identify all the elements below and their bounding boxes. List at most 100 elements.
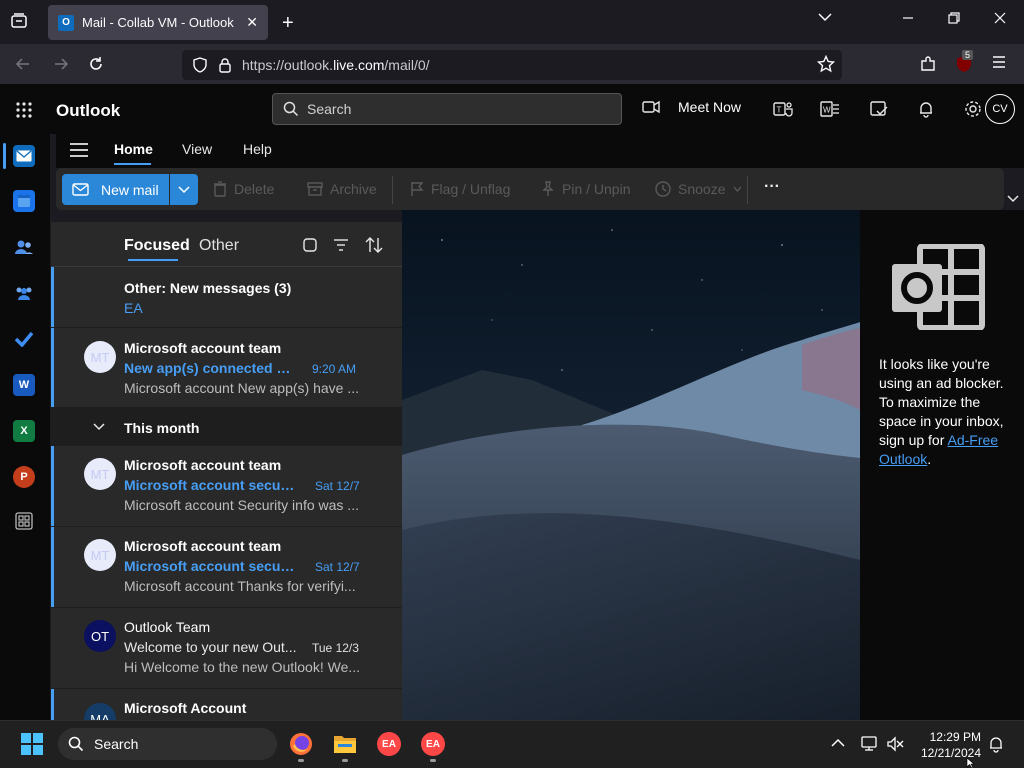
reload-icon[interactable] (87, 55, 105, 73)
archive-label: Archive (330, 181, 377, 197)
new-mail-dropdown-button[interactable] (170, 174, 198, 205)
ribbon-expand-chevron-icon[interactable] (1007, 195, 1019, 203)
taskbar-ea-app-icon[interactable]: EA (377, 732, 401, 756)
meet-now-button[interactable]: Meet Now (642, 99, 741, 115)
rail-calendar-icon[interactable] (13, 190, 35, 212)
ribbon-tab-home-underline (114, 163, 151, 165)
bookmark-star-icon[interactable] (817, 55, 835, 73)
collapse-chevron-down-icon[interactable] (93, 423, 105, 431)
sort-arrows-icon[interactable] (364, 236, 384, 254)
filter-icon[interactable] (333, 238, 349, 252)
pin-unpin-button[interactable]: Pin / Unpin (541, 181, 630, 197)
message-row[interactable]: MA Microsoft Account (51, 689, 402, 720)
message-sender: Microsoft account team (124, 538, 282, 554)
navigation-pane-hamburger-icon[interactable] (69, 142, 89, 158)
list-all-tabs-chevron-icon[interactable] (818, 12, 832, 22)
windows-start-icon[interactable] (21, 733, 43, 755)
rail-excel-icon[interactable]: X (13, 420, 35, 442)
message-row[interactable]: OT Outlook Team Welcome to your new Out.… (51, 608, 402, 689)
message-list-pane: Focused Other Other: New messages (3) EA… (51, 222, 402, 720)
new-mail-button[interactable]: New mail (62, 174, 169, 205)
app-launcher-waffle-icon[interactable] (15, 101, 33, 119)
rail-todo-check-icon[interactable] (13, 328, 35, 350)
taskbar-ea-app-icon-2[interactable]: EA (421, 732, 445, 756)
app-menu-hamburger-icon[interactable] (991, 55, 1007, 69)
message-row[interactable]: MT Microsoft account team New app(s) con… (51, 328, 402, 408)
browser-tab-outlook[interactable]: O Mail - Collab VM - Outlook ✕ (48, 5, 268, 40)
delete-button[interactable]: Delete (213, 181, 274, 197)
reading-pane-background-image (402, 210, 860, 720)
extensions-puzzle-icon[interactable] (919, 55, 937, 73)
rail-word-icon[interactable]: W (13, 374, 35, 396)
office-word-icon[interactable]: W (820, 100, 840, 118)
svg-text:W: W (823, 106, 831, 115)
taskbar-notifications-bell-icon[interactable] (988, 735, 1004, 753)
lock-icon[interactable] (218, 57, 232, 73)
account-avatar[interactable]: CV (985, 94, 1015, 124)
taskbar-file-explorer-icon[interactable] (333, 733, 357, 755)
show-hidden-icons-chevron-up-icon[interactable] (831, 738, 845, 747)
group-header-this-month[interactable]: This month (51, 408, 402, 446)
rail-groups-icon[interactable] (13, 282, 35, 304)
ublock-count-badge: 5 (962, 50, 974, 60)
tab-list-icon[interactable] (10, 12, 28, 30)
message-row[interactable]: MT Microsoft account team Microsoft acco… (51, 527, 402, 608)
rail-people-icon[interactable] (13, 236, 35, 258)
message-row[interactable]: MT Microsoft account team Microsoft acco… (51, 446, 402, 527)
back-arrow-icon[interactable] (14, 55, 32, 73)
taskbar-running-indicator (430, 759, 436, 762)
rail-powerpoint-icon[interactable]: P (13, 466, 35, 488)
flag-unflag-button[interactable]: Flag / Unflag (410, 181, 510, 197)
select-mode-icon[interactable] (302, 237, 318, 253)
mouse-cursor-icon (966, 758, 976, 768)
forward-arrow-icon[interactable] (52, 55, 70, 73)
flag-icon (410, 181, 424, 197)
window-close-icon[interactable] (994, 12, 1006, 24)
ad-blocker-message-suffix: . (927, 451, 932, 467)
teams-icon[interactable]: T (773, 100, 793, 118)
snooze-button[interactable]: Snooze (655, 181, 742, 197)
message-sender: Microsoft account team (124, 457, 282, 473)
search-input[interactable] (307, 101, 587, 117)
toolbar-divider (392, 176, 393, 204)
tab-close-icon[interactable]: ✕ (246, 14, 258, 31)
ublock-shield-icon[interactable]: 5 (956, 50, 974, 73)
tab-other[interactable]: Other (199, 237, 239, 255)
volume-muted-icon[interactable] (886, 736, 904, 752)
other-inbox-notice-row[interactable]: Other: New messages (3) EA (51, 267, 402, 328)
ribbon-toolbar (56, 168, 1004, 210)
ribbon-tab-help[interactable]: Help (243, 141, 272, 157)
window-minimize-icon[interactable] (902, 12, 914, 24)
tab-focused[interactable]: Focused (124, 237, 190, 255)
message-time: Sat 12/7 (315, 479, 360, 493)
ribbon-tab-view[interactable]: View (182, 141, 212, 157)
outlook-search-box[interactable] (272, 93, 622, 125)
notifications-bell-icon[interactable] (917, 100, 935, 118)
rail-more-apps-icon[interactable] (13, 510, 35, 532)
tab-title: Mail - Collab VM - Outlook (82, 15, 234, 30)
toolbar-divider (747, 176, 748, 204)
ad-blocker-message: It looks like you're using an ad blocker… (879, 355, 1007, 469)
url-bar[interactable]: https://outlook. live.com/mail/0/ (182, 50, 842, 80)
tracking-shield-icon[interactable] (192, 57, 208, 73)
more-options-ellipsis-button[interactable]: ··· (764, 178, 780, 196)
network-monitor-icon[interactable] (861, 736, 879, 752)
archive-button[interactable]: Archive (307, 181, 377, 197)
taskbar-firefox-icon[interactable] (289, 732, 313, 756)
my-day-checklist-icon[interactable] (869, 100, 889, 118)
envelope-icon (72, 183, 89, 196)
message-preview: Microsoft account Security info was ... (124, 497, 359, 513)
ribbon-tab-home[interactable]: Home (114, 141, 153, 157)
outlook-app-title[interactable]: Outlook (56, 101, 120, 121)
sender-avatar: MT (84, 341, 116, 373)
settings-gear-icon[interactable] (964, 100, 982, 118)
rail-mail-icon[interactable] (13, 145, 35, 167)
new-tab-plus-icon[interactable]: + (282, 12, 294, 35)
taskbar-search-box[interactable]: Search (58, 728, 277, 760)
chevron-down-icon (178, 185, 190, 194)
window-restore-icon[interactable] (948, 12, 960, 24)
url-host: live.com (333, 57, 385, 73)
taskbar-clock[interactable]: 12:29 PM 12/21/2024 (915, 729, 981, 761)
search-icon (283, 101, 299, 117)
taskbar-time: 12:29 PM (929, 730, 981, 744)
